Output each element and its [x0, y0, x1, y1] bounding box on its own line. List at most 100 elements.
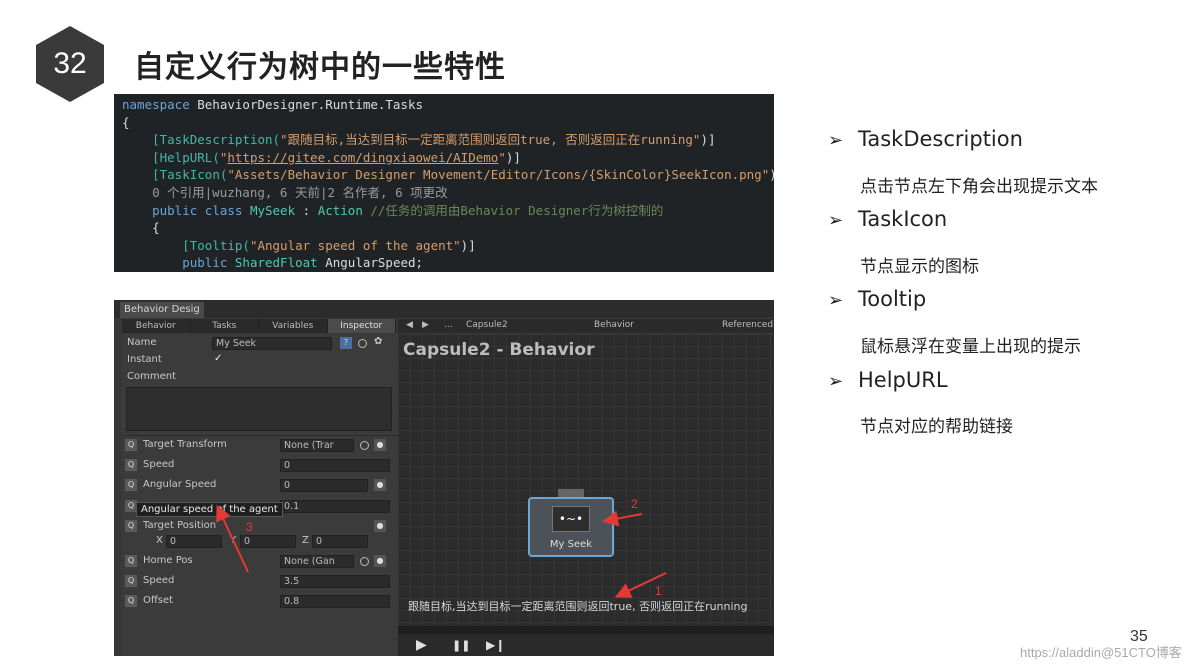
graph-toolbar: ◀ ▶ ... Capsule2 Behavior Referenced: [398, 319, 774, 333]
field-label: Speed: [143, 459, 174, 470]
vector-row: X 0 Y 0 Z 0: [122, 534, 398, 550]
shared-toggle-icon[interactable]: ●: [374, 439, 386, 451]
code-line-class-decl: public class MySeek : Action //任务的调用由Beh…: [122, 202, 774, 220]
variable-search-icon[interactable]: Q: [125, 555, 137, 567]
bullet-title: Tooltip: [858, 287, 926, 311]
nav-forward-button[interactable]: ▶: [422, 320, 429, 330]
tab-inspector[interactable]: Inspector: [328, 319, 397, 333]
horizontal-scrollbar[interactable]: [398, 626, 774, 634]
code-line-class-brace: {: [122, 219, 774, 237]
object-selector[interactable]: Capsule2: [466, 320, 508, 330]
object-picker-icon[interactable]: [360, 557, 369, 566]
field-row-target-position: Q Target Position ●: [122, 518, 398, 534]
z-label: Z: [302, 535, 309, 546]
node-input-connector[interactable]: [558, 489, 584, 497]
y-label: Y: [230, 535, 236, 546]
field-label: Target Transform: [143, 439, 227, 450]
bullet-title: HelpURL: [858, 368, 948, 392]
window-titlebar: Behavior Desig: [114, 300, 774, 318]
pause-icon[interactable]: ❚❚: [452, 639, 470, 652]
slide-title: 自定义行为树中的一些特性: [134, 42, 506, 86]
behavior-graph-canvas[interactable]: Capsule2 - Behavior •~• My Seek 跟随目标,当达到…: [398, 334, 774, 626]
variable-search-icon[interactable]: Q: [125, 459, 137, 471]
variable-search-icon[interactable]: Q: [125, 520, 137, 532]
step-icon[interactable]: ▶❙: [486, 638, 505, 652]
field-row-target-transform: Q Target Transform None (Trar ●: [122, 437, 398, 453]
field-value[interactable]: 3.5: [280, 575, 390, 588]
task-node-my-seek[interactable]: •~• My Seek: [528, 497, 614, 557]
comment-textarea[interactable]: [126, 387, 392, 431]
help-icon[interactable]: ?: [340, 337, 352, 349]
name-input[interactable]: My Seek: [212, 337, 332, 350]
comment-row: Comment: [122, 369, 398, 385]
bullet-task-description: ➢TaskDescription: [828, 127, 1023, 151]
inspector-divider: [122, 435, 398, 436]
node-label: My Seek: [530, 539, 612, 550]
field-row-offset: Q Offset 0.8: [122, 593, 398, 609]
field-value[interactable]: 0.1: [280, 500, 390, 513]
code-line-namespace: namespace BehaviorDesigner.Runtime.Tasks: [122, 96, 774, 114]
field-row-home-pos: Q Home Pos None (Gan ●: [122, 553, 398, 569]
bullet-tooltip: ➢Tooltip: [828, 287, 926, 311]
instant-label: Instant: [127, 354, 162, 365]
tab-tasks[interactable]: Tasks: [191, 319, 260, 333]
object-ellipsis[interactable]: ...: [444, 320, 453, 330]
bullet-desc: 节点显示的图标: [860, 252, 979, 277]
z-input[interactable]: 0: [312, 535, 368, 548]
behavior-designer-window: Behavior Desig Behavior Tasks Variables …: [114, 300, 774, 656]
variable-search-icon[interactable]: Q: [125, 439, 137, 451]
play-icon[interactable]: ▶: [416, 637, 427, 653]
bullet-desc: 节点对应的帮助链接: [860, 412, 1013, 437]
color-circle-icon[interactable]: [358, 339, 367, 348]
tooltip-popup: Angular speed of the agent: [136, 502, 283, 517]
window-tab[interactable]: Behavior Desig: [120, 302, 204, 318]
nav-back-button[interactable]: ◀: [406, 320, 413, 330]
x-input[interactable]: 0: [166, 535, 222, 548]
help-url-link[interactable]: https://gitee.com/dingxiaowei/AIDemo: [227, 150, 498, 165]
y-input[interactable]: 0: [240, 535, 296, 548]
name-label: Name: [127, 337, 157, 348]
shared-toggle-icon[interactable]: ●: [374, 520, 386, 532]
field-value[interactable]: 0: [280, 479, 368, 492]
playback-bar: ▶ ❚❚ ▶❙: [398, 626, 774, 656]
seek-icon: •~•: [552, 506, 590, 532]
watermark: https://aladdin@51CTO博客: [1020, 642, 1182, 661]
variable-search-icon[interactable]: Q: [125, 595, 137, 607]
referenced-button[interactable]: Referenced: [722, 320, 773, 330]
shared-toggle-icon[interactable]: ●: [374, 479, 386, 491]
instant-row: Instant ✓: [122, 352, 398, 368]
field-value[interactable]: 0.8: [280, 595, 390, 608]
code-line-field: public SharedFloat AngularSpeed;: [122, 254, 774, 272]
x-label: X: [156, 535, 163, 546]
tab-behavior[interactable]: Behavior: [122, 319, 191, 333]
shared-toggle-icon[interactable]: ●: [374, 555, 386, 567]
arrow-bullet-icon: ➢: [828, 371, 858, 392]
code-panel: namespace BehaviorDesigner.Runtime.Tasks…: [114, 94, 774, 272]
field-row-angular-speed: Q Angular Speed 0 ●: [122, 477, 398, 493]
variable-search-icon[interactable]: Q: [125, 479, 137, 491]
arrow-bullet-icon: ➢: [828, 130, 858, 151]
code-line-tooltip: [Tooltip("Angular speed of the agent")]: [122, 237, 774, 255]
field-row-speed: Q Speed 0: [122, 457, 398, 473]
panel-tabs: Behavior Tasks Variables Inspector: [122, 319, 396, 333]
field-row-speed-2: Q Speed 3.5: [122, 573, 398, 589]
field-value[interactable]: None (Trar: [280, 439, 354, 452]
comment-label: Comment: [127, 371, 176, 382]
annotation-3: 3: [246, 520, 253, 534]
code-line-help-url: [HelpURL("https://gitee.com/dingxiaowei/…: [122, 149, 774, 167]
code-line-open-brace: {: [122, 114, 774, 132]
tree-selector[interactable]: Behavior: [594, 320, 634, 330]
instant-checkbox[interactable]: ✓: [214, 353, 222, 364]
field-label: Offset: [143, 595, 173, 606]
field-label: Angular Speed: [143, 479, 216, 490]
tab-variables[interactable]: Variables: [259, 319, 328, 333]
variable-search-icon[interactable]: Q: [125, 575, 137, 587]
annotation-2: 2: [631, 497, 638, 511]
field-value[interactable]: 0: [280, 459, 390, 472]
gear-icon[interactable]: ✿: [374, 336, 382, 347]
bullet-desc: 鼠标悬浮在变量上出现的提示: [860, 332, 1081, 357]
object-picker-icon[interactable]: [360, 441, 369, 450]
bullet-desc: 点击节点左下角会出现提示文本: [860, 172, 1098, 197]
bullet-title: TaskDescription: [858, 127, 1023, 151]
field-value[interactable]: None (Gan: [280, 555, 354, 568]
